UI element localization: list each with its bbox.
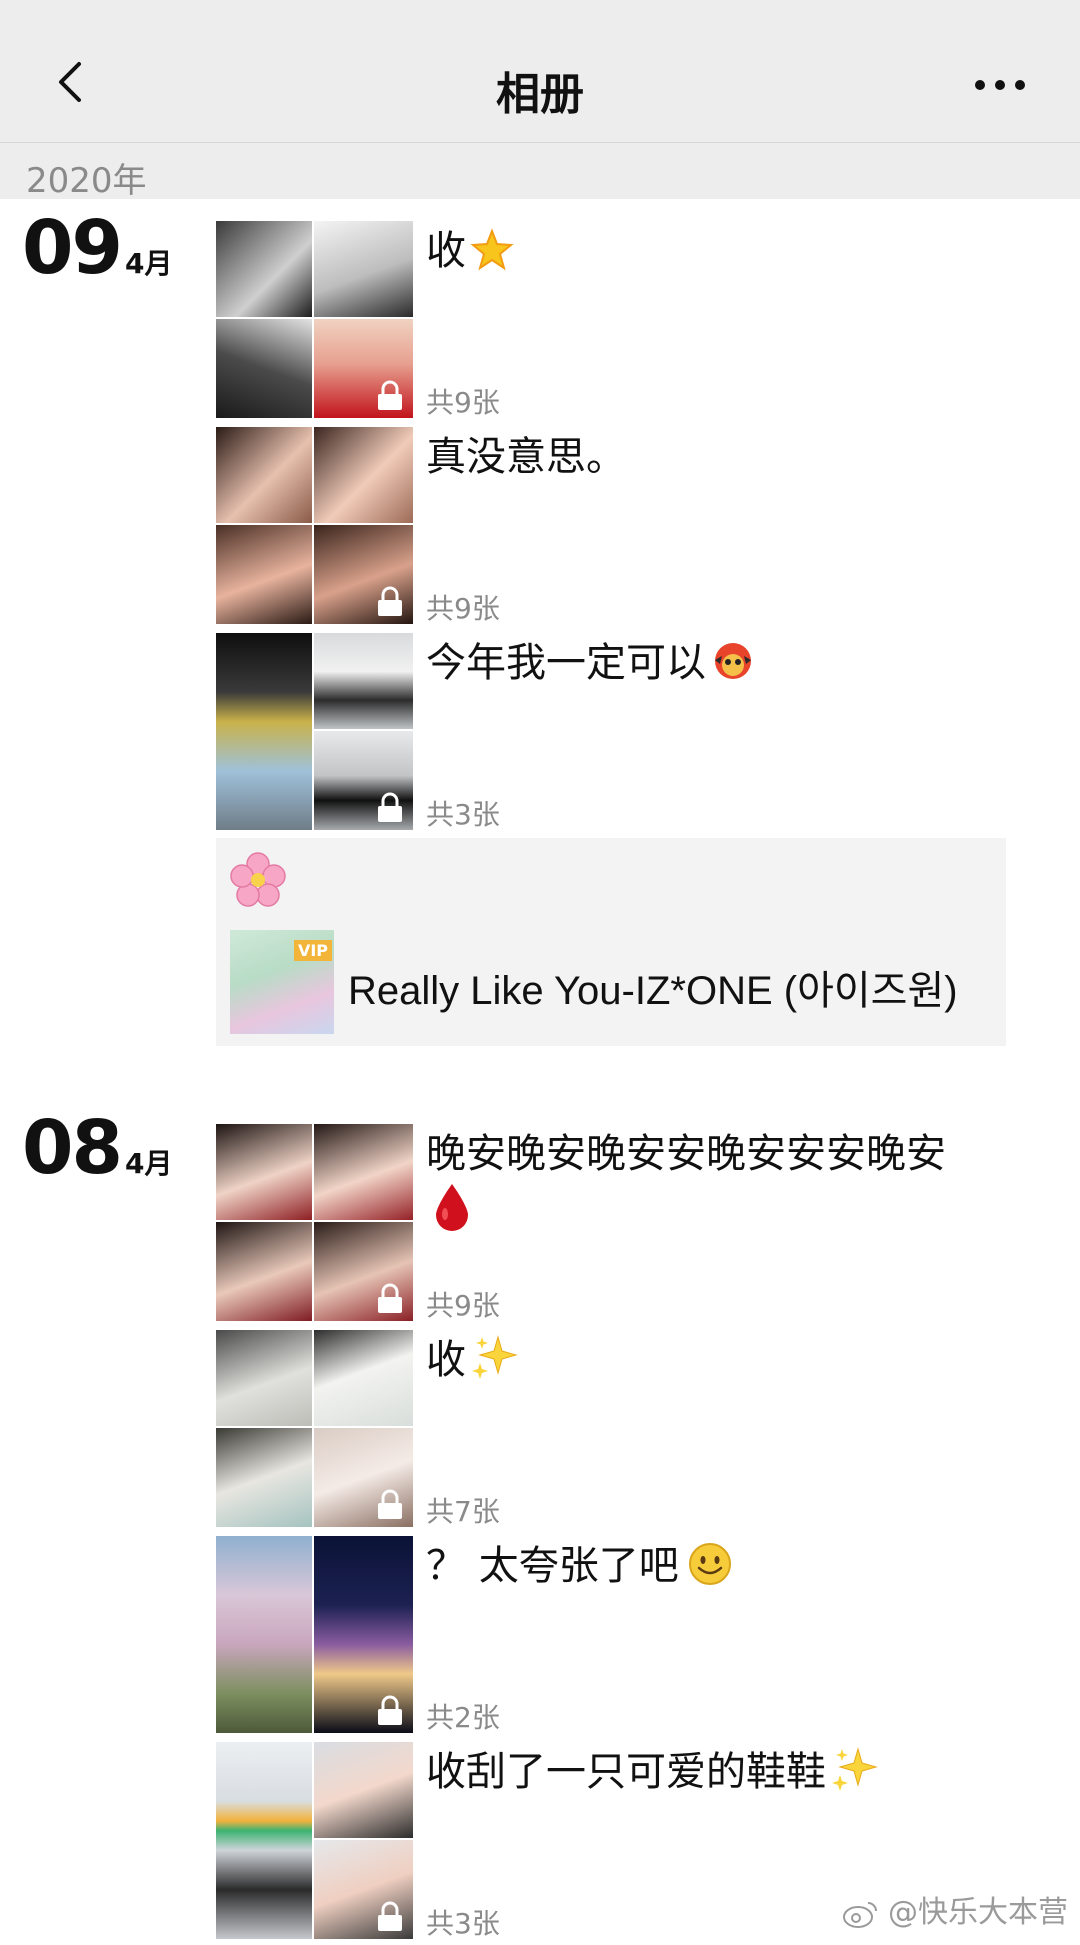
date-label: 09 4月	[22, 205, 172, 291]
photo-thumb[interactable]	[216, 1742, 312, 1939]
photo-thumb[interactable]	[314, 319, 413, 418]
date-month: 4月	[124, 1147, 173, 1180]
nav-bar: 相册	[0, 0, 1080, 143]
lock-icon	[378, 1901, 402, 1931]
post-caption: 收刮了一只可爱的鞋鞋	[426, 1744, 1006, 1800]
photo-thumb[interactable]	[314, 1124, 413, 1220]
watermark-text: @快乐大本营	[888, 1895, 1068, 1930]
date-day: 09	[22, 205, 123, 291]
photo-thumb[interactable]	[216, 427, 312, 523]
photo-grid[interactable]	[216, 1536, 413, 1733]
year-label: 2020年	[26, 161, 147, 201]
photo-count: 共3张	[426, 798, 500, 831]
photo-thumb[interactable]	[314, 1222, 413, 1321]
post-caption: 收	[426, 223, 1006, 279]
photo-grid[interactable]	[216, 221, 413, 418]
star-icon	[470, 228, 514, 271]
photo-thumb[interactable]	[314, 427, 413, 523]
album-cover[interactable]: VIP	[230, 930, 334, 1034]
photo-count: 共7张	[426, 1495, 500, 1528]
photo-thumb[interactable]	[314, 1330, 413, 1426]
post-caption: 收	[426, 1332, 1006, 1388]
watermark: @快乐大本营	[842, 1887, 1068, 1931]
photo-grid[interactable]	[216, 427, 413, 624]
lock-icon	[378, 792, 402, 822]
blood-drop-icon	[436, 1184, 468, 1231]
date-day: 08	[22, 1105, 123, 1191]
lock-icon	[378, 1695, 402, 1725]
post-caption: 晚安晚安晚安安晚安安安晚安	[426, 1126, 1006, 1247]
photo-thumb[interactable]	[216, 221, 312, 317]
smile-icon	[688, 1543, 731, 1585]
photo-thumb[interactable]	[216, 633, 312, 830]
music-share-card[interactable]: VIP Really Like You-IZ*ONE (아이즈원)	[216, 838, 1006, 1046]
photo-thumb[interactable]	[314, 1428, 413, 1527]
photo-thumb[interactable]	[314, 1840, 413, 1939]
photo-thumb[interactable]	[216, 525, 312, 624]
post-caption: 今年我一定可以	[426, 635, 1006, 691]
photo-thumb[interactable]	[314, 221, 413, 317]
photo-thumb[interactable]	[314, 525, 413, 624]
photo-count: 共2张	[426, 1701, 500, 1734]
photo-count: 共9张	[426, 1289, 500, 1322]
sparkles-icon	[832, 1747, 878, 1791]
photo-thumb[interactable]	[216, 1428, 312, 1527]
photo-thumb[interactable]	[314, 731, 413, 830]
photo-count: 共9张	[426, 592, 500, 625]
photo-thumb[interactable]	[216, 1124, 312, 1220]
photo-grid[interactable]	[216, 1124, 413, 1321]
photo-count: 共3张	[426, 1907, 500, 1940]
more-button[interactable]	[960, 60, 1040, 110]
photo-thumb[interactable]	[314, 1742, 413, 1838]
post-caption: ？ 太夸张了吧	[426, 1538, 1006, 1594]
more-dots-icon	[975, 80, 1025, 90]
photo-thumb[interactable]	[216, 1330, 312, 1426]
weibo-icon	[843, 1901, 878, 1928]
lock-icon	[378, 1283, 402, 1313]
sparkles-icon	[472, 1335, 518, 1379]
photo-thumb[interactable]	[216, 1536, 312, 1733]
lock-icon	[378, 1489, 402, 1519]
year-divider: 2020年	[0, 143, 1080, 201]
photo-grid[interactable]	[216, 1330, 413, 1527]
lock-icon	[378, 586, 402, 616]
photo-count: 共9张	[426, 386, 500, 419]
date-label: 08 4月	[22, 1105, 172, 1191]
vip-badge: VIP	[293, 940, 332, 961]
photo-grid[interactable]	[216, 633, 413, 830]
emoji-icon	[715, 643, 751, 679]
photo-thumb[interactable]	[314, 1536, 413, 1733]
photo-thumb[interactable]	[216, 1222, 312, 1321]
cherry-blossom-icon	[230, 852, 286, 912]
date-month: 4月	[124, 247, 173, 280]
photo-thumb[interactable]	[314, 633, 413, 729]
photo-grid[interactable]	[216, 1742, 413, 1939]
post-caption: 真没意思。	[426, 434, 626, 480]
music-title: Really Like You-IZ*ONE (아이즈원)	[348, 969, 958, 1013]
photo-thumb[interactable]	[216, 319, 312, 418]
page-title: 相册	[496, 69, 584, 120]
lock-icon	[378, 380, 402, 410]
